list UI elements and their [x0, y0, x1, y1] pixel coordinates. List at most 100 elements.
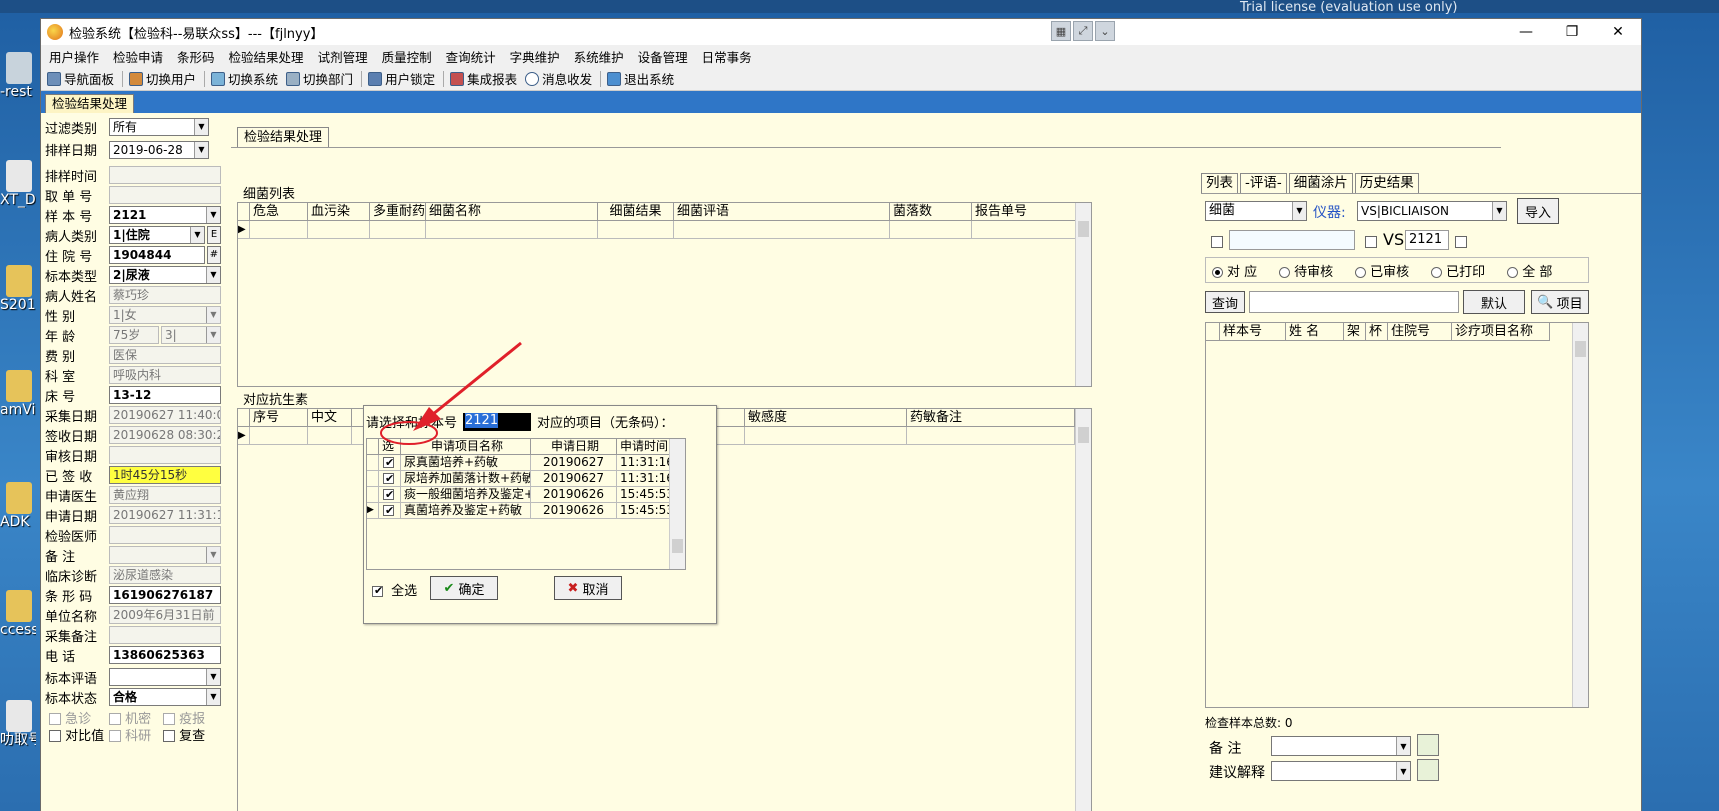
fee-type-field[interactable]: 医保	[109, 346, 221, 364]
collect-date-field[interactable]: 20190627 11:40:0	[109, 406, 221, 424]
age-unit-select[interactable]: 3| ▼	[161, 326, 221, 344]
sample-list-scrollbar[interactable]	[1572, 323, 1588, 707]
col-header[interactable]: 姓 名	[1286, 323, 1344, 341]
edit-remark-icon[interactable]	[1417, 734, 1439, 756]
menu-item[interactable]: 查询统计	[446, 47, 496, 66]
col-header[interactable]: 细菌评语	[674, 203, 890, 221]
recheck-checkbox[interactable]: 复查	[163, 725, 205, 744]
col-header[interactable]: 多重耐药	[370, 203, 426, 221]
specimen-comment-select[interactable]: ▼	[109, 668, 221, 686]
compare-checkbox[interactable]: 对比值	[49, 725, 104, 744]
tab-result-processing[interactable]: 检验结果处理	[45, 94, 135, 113]
table-row[interactable]: 尿培养加菌落计数+药敏 20190627 11:31:16	[367, 471, 674, 487]
type-select[interactable]: 细菌 ▼	[1205, 201, 1307, 221]
bacteria-scrollbar[interactable]	[1075, 203, 1091, 386]
desktop-icon[interactable]: XT_D	[0, 160, 36, 208]
barcode-field[interactable]: 161906276187	[109, 586, 221, 604]
col-header[interactable]: 菌落数	[890, 203, 972, 221]
table-row[interactable]: 痰一般细菌培养及鉴定+药 20190626 15:45:53	[367, 487, 674, 503]
toolbar-message-button[interactable]: 消息收发	[525, 69, 592, 88]
sort-time-field[interactable]	[109, 166, 221, 184]
phone-field[interactable]: 13860625363	[109, 646, 221, 664]
menu-item[interactable]: 条形码	[177, 47, 215, 66]
desktop-icon[interactable]: -rest	[0, 52, 36, 100]
restore-button[interactable]: ❐	[1549, 19, 1595, 45]
toolbar-report-button[interactable]: 集成报表	[450, 69, 517, 88]
query-button[interactable]: 查询	[1205, 291, 1245, 313]
radio-printed[interactable]: 已打印	[1431, 261, 1485, 280]
desktop-icon[interactable]: amVi 辰	[0, 370, 36, 418]
chevron-down-icon[interactable]: ⌄	[1095, 21, 1115, 41]
collect-remark-field[interactable]	[109, 626, 221, 644]
expand-icon[interactable]: ⤢	[1073, 21, 1093, 41]
col-header[interactable]: 细菌结果	[598, 203, 674, 221]
menu-item[interactable]: 质量控制	[382, 47, 432, 66]
e-button[interactable]: E	[207, 226, 221, 244]
radio-all[interactable]: 全 部	[1507, 261, 1552, 280]
menu-item[interactable]: 设备管理	[638, 47, 688, 66]
receive-date-field[interactable]: 20190628 08:30:2	[109, 426, 221, 444]
col-header[interactable]: 敏感度	[745, 409, 907, 427]
patient-name-field[interactable]: 蔡巧珍	[109, 286, 221, 304]
request-doctor-field[interactable]: 黄应翔	[109, 486, 221, 504]
age-field[interactable]: 75岁	[109, 326, 159, 344]
menu-item[interactable]: 用户操作	[49, 47, 99, 66]
col-header[interactable]: 杯	[1366, 323, 1388, 341]
filter-checkbox-2[interactable]	[1365, 234, 1377, 249]
row-checkbox[interactable]	[383, 487, 394, 502]
default-button[interactable]: 默认	[1463, 290, 1525, 314]
gender-select[interactable]: 1|女 ▼	[109, 306, 221, 324]
unit-name-field[interactable]: 2009年6月31日前	[109, 606, 221, 624]
radio-corresponding[interactable]: 对 应	[1212, 261, 1257, 280]
menu-item[interactable]: 试剂管理	[318, 47, 368, 66]
col-header[interactable]: 申请时间	[617, 439, 671, 455]
desktop-icon[interactable]: S201	[0, 265, 36, 313]
toolbar-switch-user-button[interactable]: 切换用户	[129, 69, 196, 88]
sample-no-field[interactable]: 2121 ▼	[109, 206, 221, 224]
toolbar-lock-user-button[interactable]: 用户锁定	[368, 69, 435, 88]
tab-smear[interactable]: 细菌涂片	[1288, 173, 1353, 193]
request-date-field[interactable]: 20190627 11:31:1	[109, 506, 221, 524]
table-row[interactable]: ▶	[238, 221, 1076, 239]
toolbar-nav-panel-button[interactable]: 导航面板	[47, 69, 114, 88]
review-date-field[interactable]	[109, 446, 221, 464]
col-header[interactable]: 危急	[250, 203, 308, 221]
menu-item[interactable]: 检验结果处理	[229, 47, 304, 66]
filter-input[interactable]	[1229, 230, 1355, 250]
col-header[interactable]: 架	[1344, 323, 1366, 341]
date-select[interactable]: 2019-06-28 ▼	[109, 141, 209, 159]
antibiotic-scrollbar[interactable]	[1075, 409, 1091, 811]
menu-item[interactable]: 日常事务	[702, 47, 752, 66]
tab-comment[interactable]: -评语-	[1240, 173, 1287, 193]
toolbar-exit-button[interactable]: 退出系统	[607, 69, 674, 88]
specimen-status-select[interactable]: 合格 ▼	[109, 688, 221, 706]
radio-pending[interactable]: 待审核	[1279, 261, 1333, 280]
remark-select[interactable]: ▼	[1271, 736, 1411, 756]
diagnosis-field[interactable]: 泌尿道感染	[109, 566, 221, 584]
desktop-icon[interactable]: 叻取号	[0, 700, 36, 748]
table-row[interactable]: 尿真菌培养+药敏 20190627 11:31:16	[367, 455, 674, 471]
menu-item[interactable]: 检验申请	[113, 47, 163, 66]
close-button[interactable]: ✕	[1595, 19, 1641, 45]
select-all-checkbox[interactable]: 全选	[372, 580, 417, 599]
remark-select[interactable]: ▼	[109, 546, 221, 564]
cancel-button[interactable]: ✖ 取消	[554, 576, 622, 600]
col-header[interactable]: 样本号	[1220, 323, 1286, 341]
hash-button[interactable]: #	[207, 246, 221, 264]
col-header[interactable]: 中文	[308, 409, 352, 427]
col-header[interactable]: 报告单号	[972, 203, 1076, 221]
vs-checkbox[interactable]	[1455, 234, 1467, 249]
grid-icon[interactable]: ▦	[1051, 21, 1071, 41]
row-checkbox[interactable]	[383, 455, 394, 470]
col-header[interactable]: 血污染	[308, 203, 370, 221]
project-button[interactable]: 🔍 项目	[1531, 290, 1589, 314]
row-checkbox[interactable]	[383, 471, 394, 486]
desktop-icon[interactable]: ccess	[0, 590, 36, 638]
suggest-select[interactable]: ▼	[1271, 761, 1411, 781]
col-header[interactable]: 药敏备注	[907, 409, 1075, 427]
menu-item[interactable]: 字典维护	[510, 47, 560, 66]
bed-no-field[interactable]: 13-12	[109, 386, 221, 404]
col-header[interactable]: 细菌名称	[426, 203, 598, 221]
instrument-select[interactable]: VS|BICLIAISON ▼	[1357, 201, 1507, 221]
col-header[interactable]: 住院号	[1388, 323, 1452, 341]
